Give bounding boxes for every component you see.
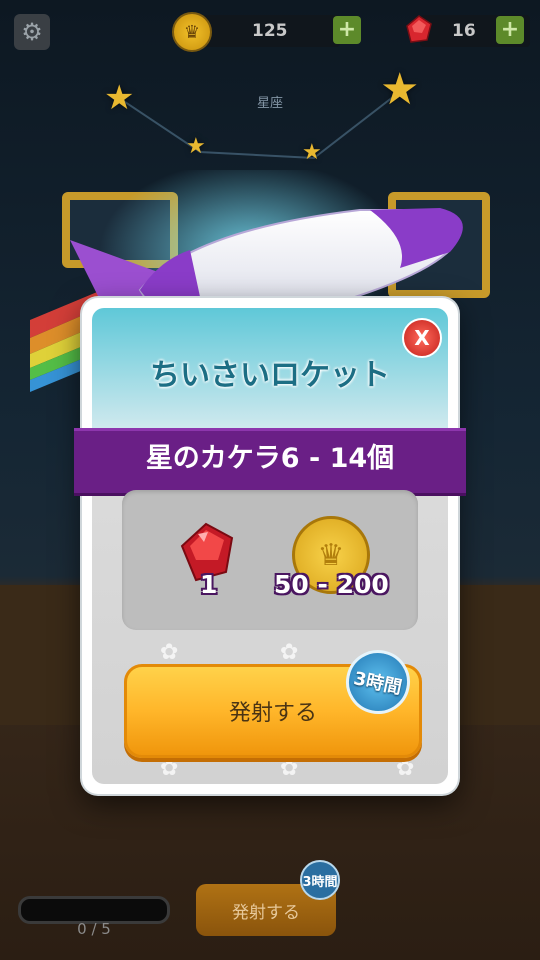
launch-button-background-label: 発射する bbox=[232, 902, 300, 923]
crown-coin-icon: ♛ bbox=[172, 12, 212, 52]
paw-decoration-icon: ✿ bbox=[280, 640, 299, 665]
constellation-star-icon: ★ bbox=[104, 78, 135, 118]
paw-decoration-icon: ✿ bbox=[160, 640, 179, 665]
reward-banner-text: 星のカケラ6 - 14個 bbox=[145, 443, 395, 474]
coin-reward-amount: 50 - 200 bbox=[274, 570, 389, 599]
dialog-title: ちいさいロケット bbox=[150, 358, 390, 393]
gear-icon: ⚙ bbox=[21, 18, 43, 46]
add-gems-button[interactable]: + bbox=[496, 16, 524, 44]
paw-decoration-icon: ✿ bbox=[160, 756, 179, 781]
constellation-star-icon: ★ bbox=[380, 64, 420, 115]
gem-reward-amount: 1 bbox=[200, 570, 218, 599]
constellation-star-icon: ★ bbox=[186, 134, 206, 159]
settings-button[interactable]: ⚙ bbox=[14, 14, 50, 50]
add-coins-button[interactable]: + bbox=[333, 16, 361, 44]
gem-count: 16 bbox=[452, 21, 476, 41]
progress-text: 0 / 5 bbox=[77, 920, 111, 938]
coin-count: 125 bbox=[252, 21, 288, 41]
launch-button-label: 発射する bbox=[228, 701, 317, 726]
paw-decoration-icon: ✿ bbox=[280, 756, 299, 781]
timer-badge-background: 3時間 bbox=[300, 860, 340, 900]
close-button[interactable]: X bbox=[402, 318, 442, 358]
constellation-star-icon: ★ bbox=[302, 140, 322, 165]
paw-decoration-icon: ✿ bbox=[396, 756, 415, 781]
red-gem-icon bbox=[406, 15, 432, 43]
reward-panel bbox=[122, 490, 418, 630]
close-icon: X bbox=[414, 326, 430, 350]
